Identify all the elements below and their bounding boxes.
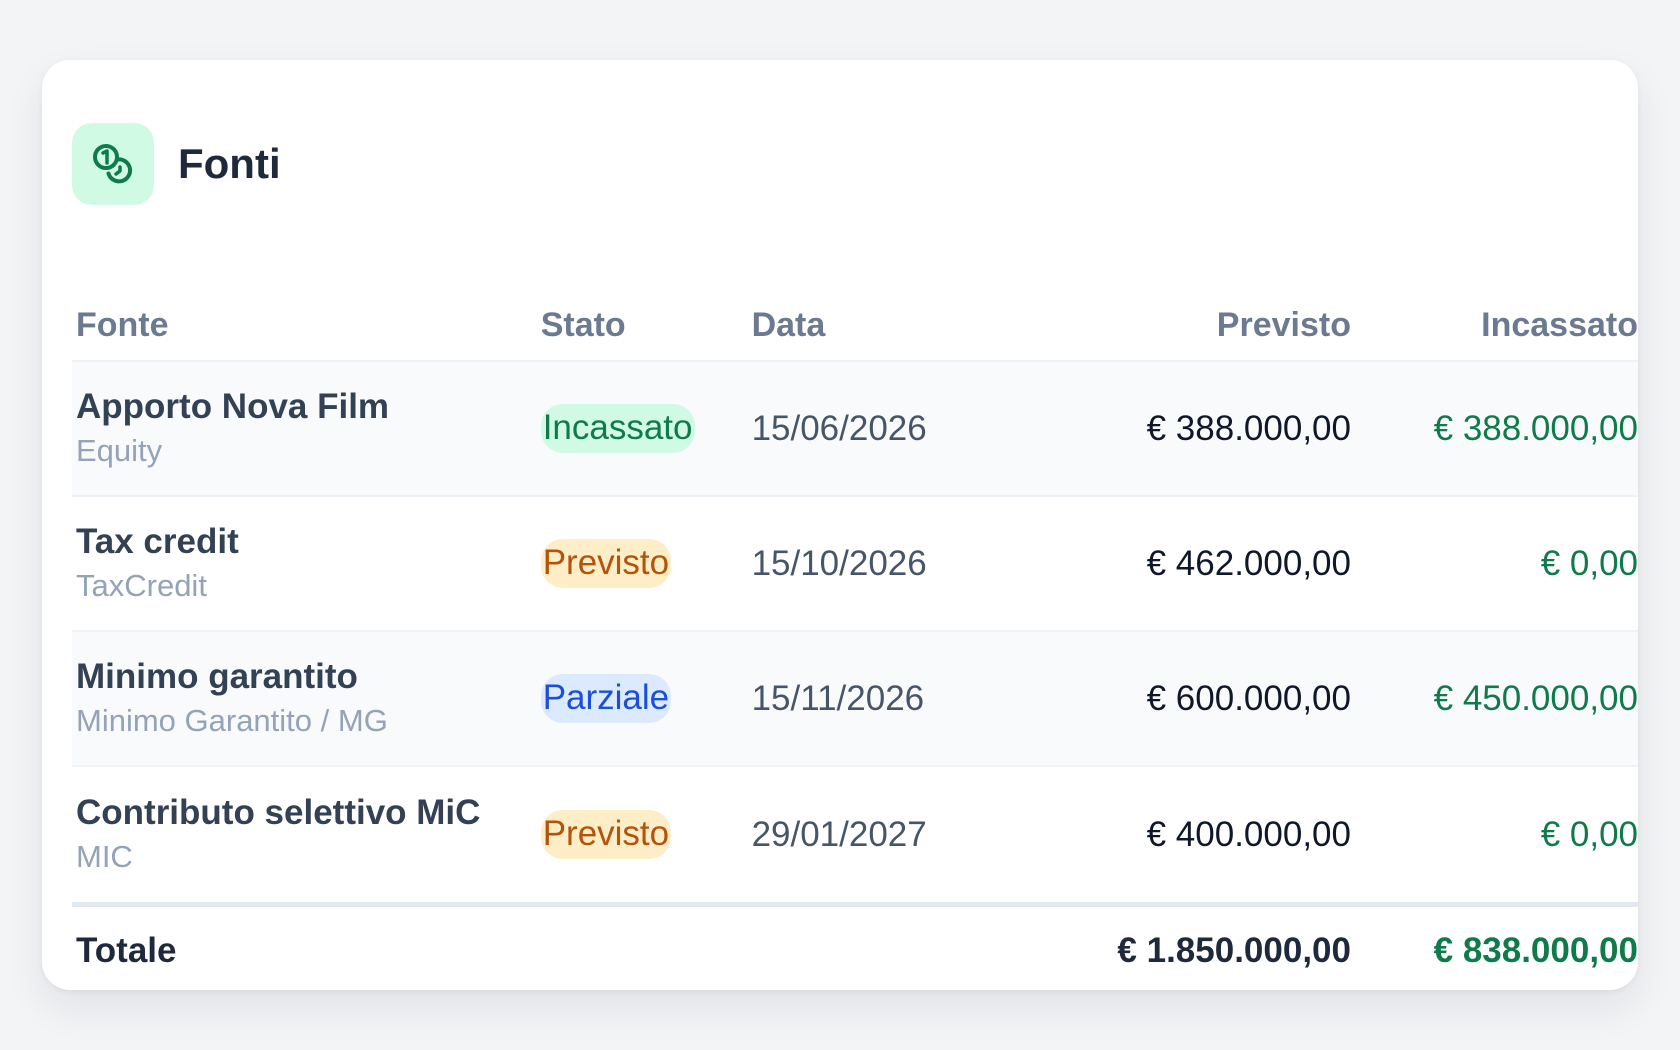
status-badge: Previsto bbox=[540, 539, 672, 588]
source-type: MIC bbox=[76, 839, 133, 875]
source-type: TaxCredit bbox=[76, 568, 207, 604]
incassato-cell: € 388.000,00 bbox=[1433, 408, 1638, 448]
table-header-row: Fonte Stato Data Previsto Incassato bbox=[72, 290, 1638, 362]
table-row[interactable]: Minimo garantito Minimo Garantito / MG P… bbox=[72, 632, 1638, 767]
previsto-cell: € 388.000,00 bbox=[1146, 408, 1351, 448]
source-type: Equity bbox=[76, 433, 163, 469]
previsto-cell: € 462.000,00 bbox=[1146, 543, 1351, 583]
source-cell: Apporto Nova Film Equity bbox=[72, 386, 541, 471]
header-fonte[interactable]: Fonte bbox=[72, 306, 541, 345]
date-cell: 29/01/2027 bbox=[751, 814, 927, 854]
source-name: Minimo garantito bbox=[76, 657, 358, 697]
header-previsto[interactable]: Previsto bbox=[996, 306, 1351, 345]
total-previsto: € 1.850.000,00 bbox=[1117, 930, 1351, 970]
source-name: Apporto Nova Film bbox=[76, 387, 390, 427]
status-cell: Previsto bbox=[540, 539, 752, 588]
total-incassato: € 838.000,00 bbox=[1433, 930, 1638, 970]
total-label: Totale bbox=[76, 930, 177, 970]
coins-icon bbox=[72, 123, 154, 205]
incassato-cell: € 0,00 bbox=[1540, 543, 1638, 583]
status-badge: Parziale bbox=[540, 674, 672, 723]
table-row[interactable]: Contributo selettivo MiC MIC Previsto 29… bbox=[72, 767, 1638, 902]
previsto-cell: € 400.000,00 bbox=[1146, 814, 1351, 854]
source-name: Tax credit bbox=[76, 522, 239, 562]
source-type: Minimo Garantito / MG bbox=[76, 703, 388, 739]
source-cell: Minimo garantito Minimo Garantito / MG bbox=[72, 656, 541, 741]
fonti-card: Fonti Fonte Stato Data Previsto Incassat… bbox=[42, 60, 1638, 990]
status-cell: Incassato bbox=[540, 404, 752, 453]
header-stato[interactable]: Stato bbox=[541, 306, 752, 345]
date-cell: 15/11/2026 bbox=[751, 678, 925, 718]
header-incassato[interactable]: Incassato bbox=[1351, 306, 1638, 345]
date-cell: 15/06/2026 bbox=[751, 408, 927, 448]
status-badge: Previsto bbox=[540, 810, 672, 859]
fonti-table: Fonte Stato Data Previsto Incassato Appo… bbox=[72, 290, 1638, 990]
status-cell: Previsto bbox=[540, 810, 752, 859]
date-cell: 15/10/2026 bbox=[751, 543, 927, 583]
incassato-cell: € 450.000,00 bbox=[1433, 678, 1638, 718]
total-row: Totale € 1.850.000,00 € 838.000,00 bbox=[72, 902, 1638, 990]
card-title: Fonti bbox=[178, 140, 281, 187]
table-row[interactable]: Tax credit TaxCredit Previsto 15/10/2026… bbox=[72, 497, 1638, 632]
header-data[interactable]: Data bbox=[752, 306, 996, 345]
table-row[interactable]: Apporto Nova Film Equity Incassato 15/06… bbox=[72, 362, 1638, 497]
previsto-cell: € 600.000,00 bbox=[1146, 678, 1351, 718]
source-cell: Contributo selettivo MiC MIC bbox=[72, 792, 541, 877]
incassato-cell: € 0,00 bbox=[1540, 814, 1638, 854]
status-badge: Incassato bbox=[540, 404, 695, 453]
source-cell: Tax credit TaxCredit bbox=[72, 521, 541, 606]
status-cell: Parziale bbox=[540, 674, 752, 723]
source-name: Contributo selettivo MiC bbox=[76, 793, 481, 833]
card-header: Fonti bbox=[72, 123, 281, 205]
